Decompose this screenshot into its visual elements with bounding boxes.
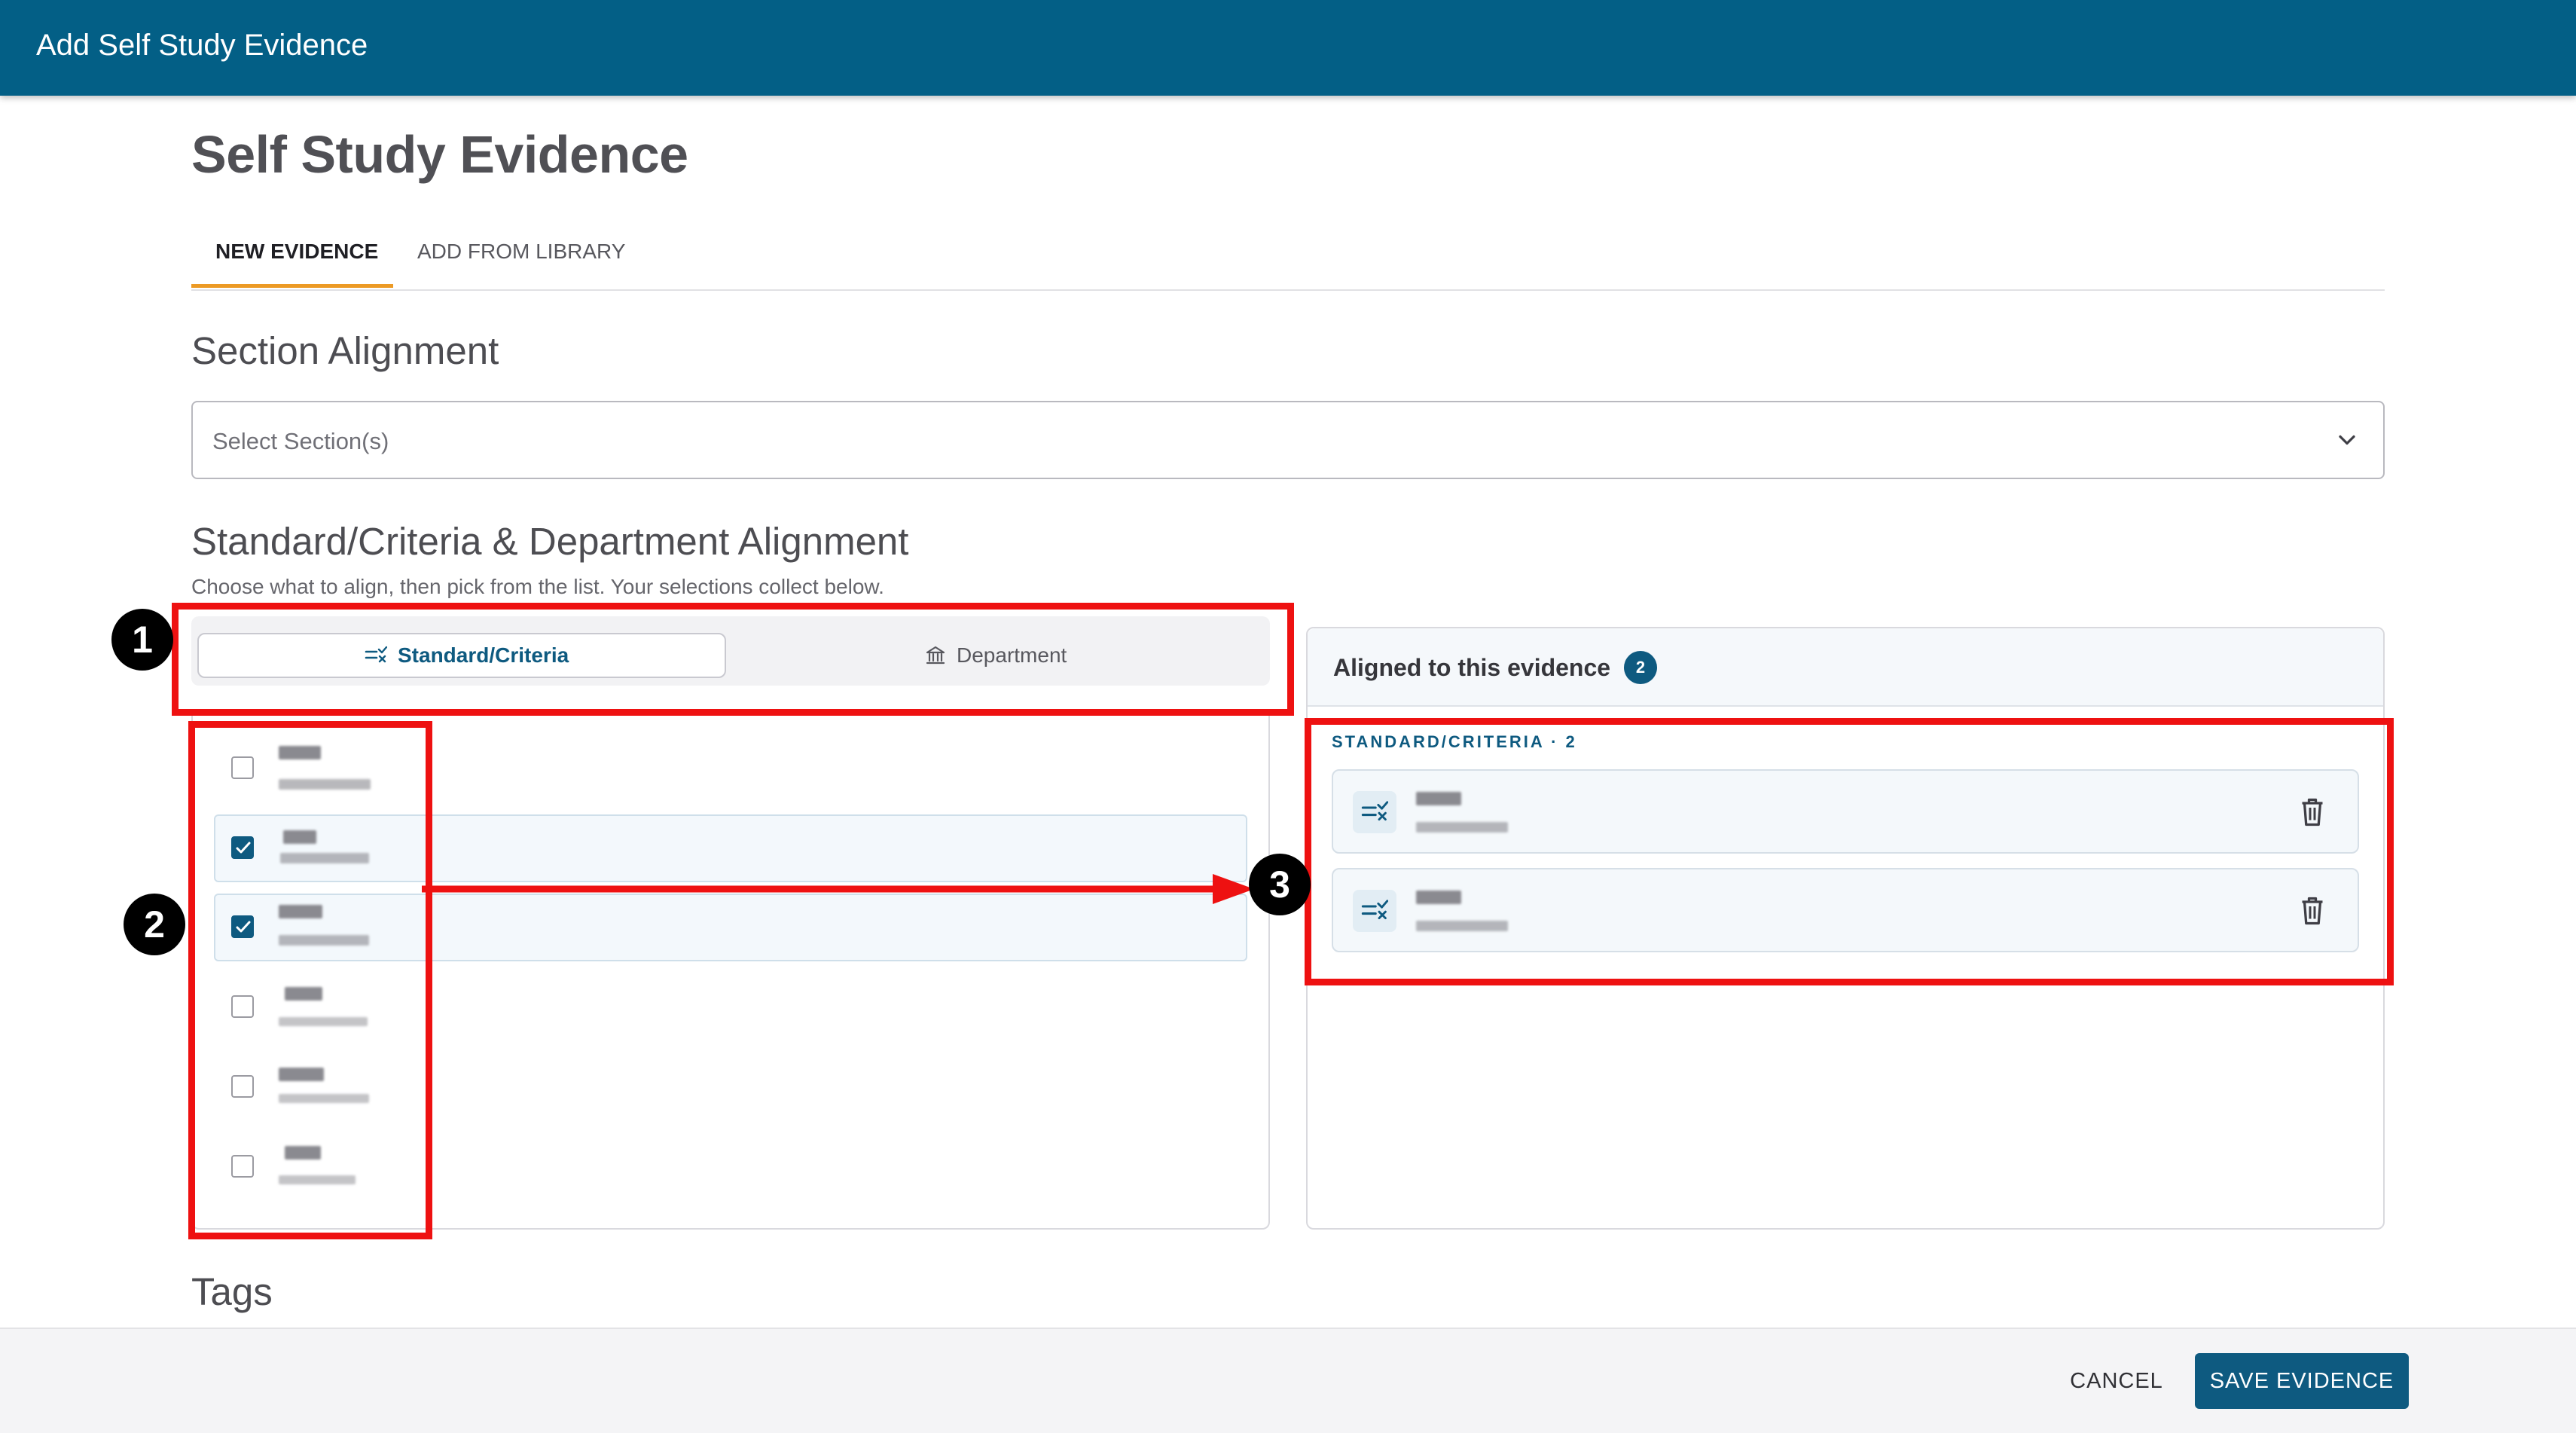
tabs-divider xyxy=(191,289,2385,291)
section-select[interactable]: Select Section(s) xyxy=(191,401,2385,479)
aligned-count-badge: 2 xyxy=(1624,651,1657,684)
section-select-placeholder: Select Section(s) xyxy=(212,428,389,454)
standard-alignment-heading: Standard/Criteria & Department Alignment xyxy=(191,520,909,563)
annotation-box-toggle xyxy=(172,603,1294,716)
active-tab-indicator xyxy=(191,284,393,288)
cancel-button[interactable]: CANCEL xyxy=(2056,1355,2177,1407)
annotation-arrow xyxy=(422,874,1254,904)
chevron-down-icon xyxy=(2339,435,2355,445)
annotation-marker-3: 3 xyxy=(1249,854,1311,915)
save-evidence-button[interactable]: SAVE EVIDENCE xyxy=(2195,1353,2409,1409)
section-alignment-heading: Section Alignment xyxy=(191,329,499,372)
tab-new-evidence[interactable]: NEW EVIDENCE xyxy=(215,240,378,264)
top-app-bar: Add Self Study Evidence xyxy=(0,0,2576,96)
annotation-marker-1: 1 xyxy=(111,609,173,671)
annotation-marker-2: 2 xyxy=(124,894,185,955)
annotation-box-list xyxy=(188,721,432,1239)
footer-action-bar xyxy=(0,1328,2576,1433)
page-title: Self Study Evidence xyxy=(191,125,688,184)
tab-add-from-library[interactable]: ADD FROM LIBRARY xyxy=(417,240,625,264)
aligned-panel-header: Aligned to this evidence 2 xyxy=(1308,628,2383,707)
alignment-helper-text: Choose what to align, then pick from the… xyxy=(191,575,884,598)
window-title: Add Self Study Evidence xyxy=(36,29,368,62)
annotation-box-aligned xyxy=(1305,718,2394,985)
aligned-panel-title: Aligned to this evidence xyxy=(1333,654,1611,681)
tags-heading: Tags xyxy=(191,1270,273,1313)
